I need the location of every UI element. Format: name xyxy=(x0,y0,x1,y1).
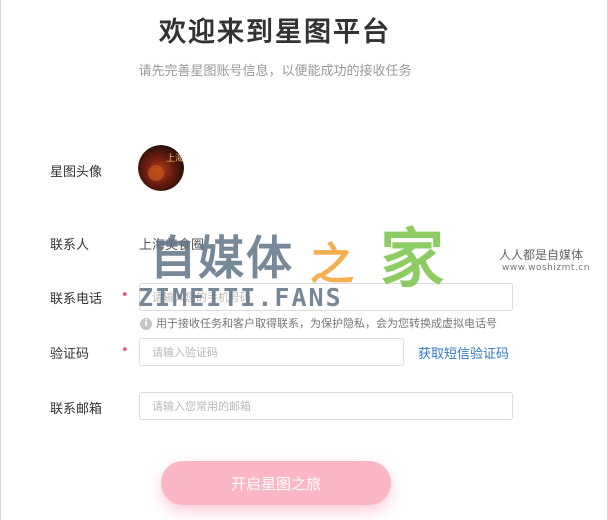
info-icon: i xyxy=(140,318,152,330)
phone-input[interactable] xyxy=(139,283,513,311)
watermark-slogan: 人人都是自媒体 xyxy=(499,248,584,262)
start-journey-button[interactable]: 开启星图之旅 xyxy=(161,461,391,505)
contact-value: 上海美食圈 xyxy=(139,238,205,253)
page-subtitle: 请先完善星图账号信息，以便能成功的接收任务 xyxy=(138,64,412,79)
contact-label: 联系人 xyxy=(50,238,90,253)
watermark-url: www.woshizmt.cn xyxy=(502,263,590,273)
avatar-image: 上海美食圈 xyxy=(138,145,184,191)
phone-required-mark: • xyxy=(121,288,129,303)
avatar[interactable]: 上海美食圈 xyxy=(138,145,184,191)
email-input[interactable] xyxy=(139,392,513,420)
code-label: 验证码 xyxy=(50,347,90,362)
phone-label: 联系电话 xyxy=(50,292,103,307)
code-required-mark: • xyxy=(121,343,129,358)
phone-hint: i 用于接收任务和客户取得联系，为保护隐私，会为您转换成虚拟电话号 xyxy=(140,315,497,331)
watermark-main-text: 自媒体 xyxy=(150,231,294,285)
email-label: 联系邮箱 xyxy=(50,402,103,417)
avatar-char-1: 上海美食圈 xyxy=(166,152,184,164)
code-input[interactable] xyxy=(139,338,404,366)
get-sms-code-link[interactable]: 获取短信验证码 xyxy=(418,343,509,362)
phone-hint-text: 用于接收任务和客户取得联系，为保护隐私，会为您转换成虚拟电话号 xyxy=(156,317,497,330)
avatar-label: 星图头像 xyxy=(50,165,103,180)
page-title: 欢迎来到星图平台 xyxy=(159,17,391,48)
